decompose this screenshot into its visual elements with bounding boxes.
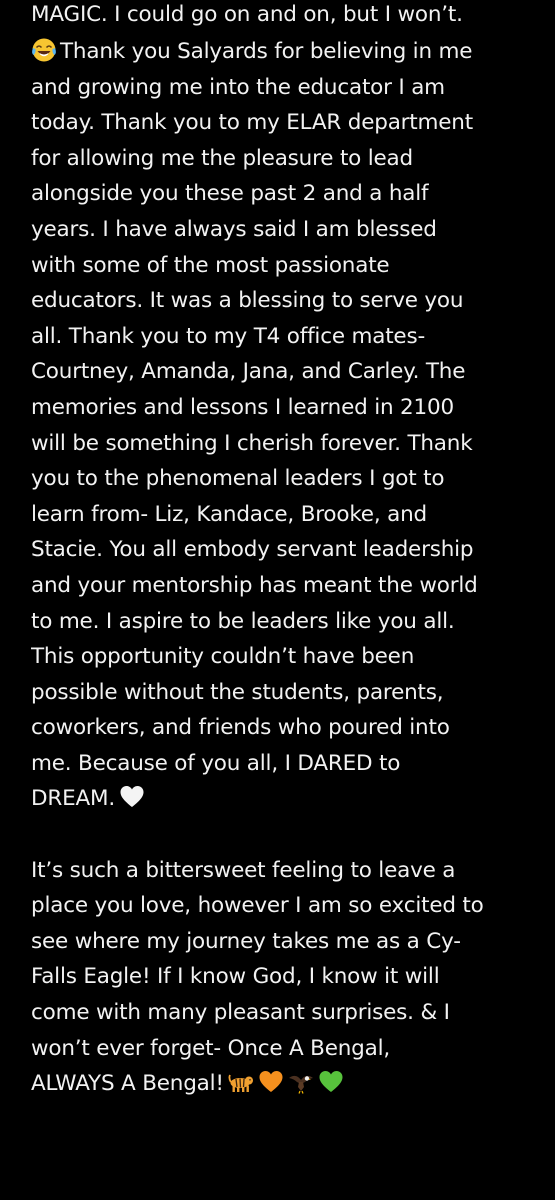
eagle-icon	[288, 1069, 314, 1095]
text-line: ALWAYS A Bengal!	[31, 1066, 546, 1102]
text-line: memories and lessons I learned in 2100	[31, 394, 454, 420]
text-line: learn from- Liz, Kandace, Brooke, and	[31, 501, 427, 527]
text-line: and growing me into the educator I am	[31, 74, 445, 100]
green-heart-icon	[318, 1069, 344, 1095]
text-line: will be something I cherish forever. Tha…	[31, 430, 473, 456]
text-line: years. I have always said I am blessed	[31, 216, 437, 242]
orange-heart-icon	[258, 1069, 284, 1095]
text-line: educators. It was a blessing to serve yo…	[31, 288, 464, 314]
text-line: It’s such a bittersweet feeling to leave…	[31, 857, 456, 883]
text-line: Thank you Salyards for believing in me	[31, 34, 546, 70]
text-line: Courtney, Amanda, Jana, and Carley. The	[31, 359, 466, 385]
text-line: you to the phenomenal leaders I got to	[31, 466, 445, 492]
white-heart-icon	[119, 784, 145, 810]
tiger-icon	[228, 1069, 254, 1095]
text-line: to me. I aspire to be leaders like you a…	[31, 608, 455, 634]
text-line: alongside you these past 2 and a half	[31, 181, 429, 207]
text-line: place you love, however I am so excited …	[31, 893, 484, 919]
text-line: and your mentorship has meant the world	[31, 572, 478, 598]
text-line: Falls Eagle! If I know God, I know it wi…	[31, 964, 440, 990]
text-line-content: Thank you Salyards for believing in me	[60, 39, 473, 64]
text-line: come with many pleasant surprises. & I	[31, 1000, 450, 1026]
text-line: coworkers, and friends who poured into	[31, 715, 450, 741]
text-line: MAGIC. I could go on and on, but I won’t…	[31, 2, 463, 27]
face-with-tears-of-joy-icon	[31, 37, 57, 63]
text-line: see where my journey takes me as a Cy-	[31, 928, 461, 954]
note-text: MAGIC. I could go on and on, but I won’t…	[31, 0, 546, 1102]
text-line: possible without the students, parents,	[31, 679, 444, 705]
text-line-content: DREAM.	[31, 786, 115, 812]
text-line: all. Thank you to my T4 office mates-	[31, 323, 426, 349]
text-line: with some of the most passionate	[31, 252, 390, 278]
text-line: me. Because of you all, I DARED to	[31, 750, 401, 776]
text-line: today. Thank you to my ELAR department	[31, 110, 473, 136]
text-line: DREAM.	[31, 781, 546, 817]
text-line-content: ALWAYS A Bengal!	[31, 1071, 224, 1097]
text-line: This opportunity couldn’t have been	[31, 644, 415, 670]
text-line: Stacie. You all embody servant leadershi…	[31, 537, 474, 563]
text-line: won’t ever forget- Once A Bengal,	[31, 1035, 391, 1061]
text-line: for allowing me the pleasure to lead	[31, 145, 413, 171]
